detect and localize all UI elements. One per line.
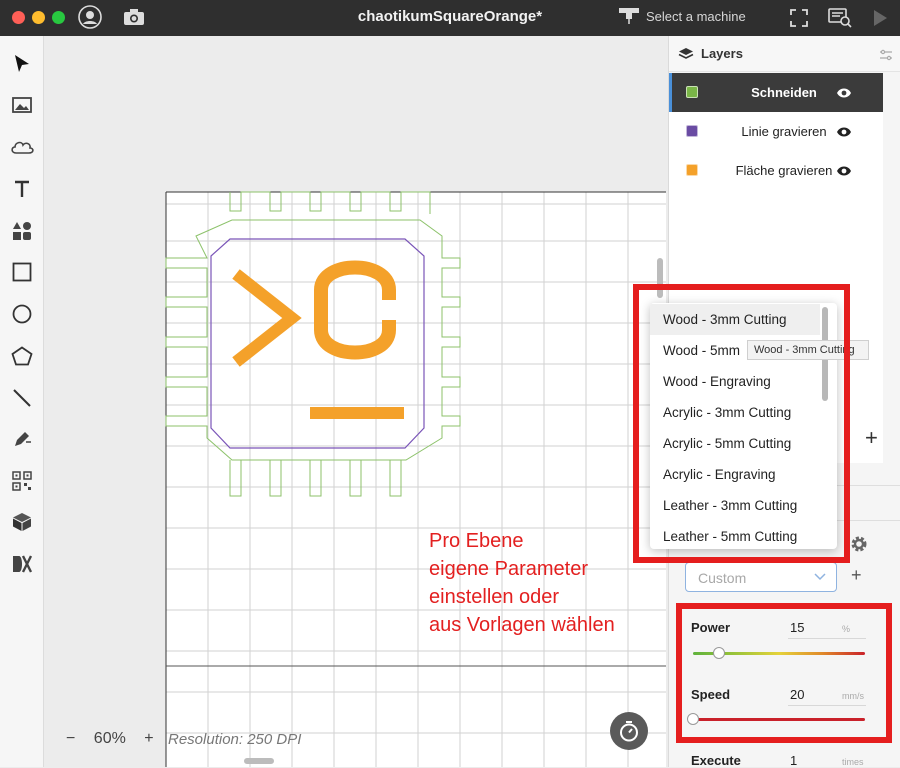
tool-palette xyxy=(0,36,44,767)
gear-icon[interactable] xyxy=(849,534,869,559)
settings-sliders-icon[interactable] xyxy=(879,48,893,66)
image-tool-icon[interactable] xyxy=(8,91,36,119)
3d-box-icon[interactable] xyxy=(8,508,36,536)
pen-icon[interactable] xyxy=(8,425,36,453)
layer-row-schneiden[interactable]: Schneiden xyxy=(669,73,883,112)
add-layer-button[interactable]: + xyxy=(865,425,878,451)
machine-selector[interactable]: Select a machine xyxy=(646,9,746,24)
layer-color-swatch[interactable] xyxy=(686,86,698,98)
laser-machine-icon[interactable] xyxy=(618,7,640,30)
eye-icon[interactable] xyxy=(836,86,852,104)
rectangle-icon[interactable] xyxy=(8,258,36,286)
highlight-box-presets xyxy=(633,284,850,563)
title-bar: chaotikumSquareOrange* Select a machine xyxy=(0,0,900,36)
shapes-icon[interactable] xyxy=(8,217,36,245)
resolution-label: Resolution: 250 DPI xyxy=(168,731,302,748)
execute-value[interactable]: 1 xyxy=(790,753,797,768)
play-icon[interactable] xyxy=(872,9,888,32)
frame-icon[interactable] xyxy=(790,9,808,32)
active-layer-marker xyxy=(669,73,672,112)
annotation-note: Pro Ebene eigene Parameter einstellen od… xyxy=(429,530,615,636)
chevron-down-icon xyxy=(814,573,826,581)
add-preset-button[interactable]: + xyxy=(851,565,862,586)
cloud-icon[interactable] xyxy=(8,133,36,161)
zoom-control: − 60% + xyxy=(66,730,154,748)
layer-color-swatch[interactable] xyxy=(686,125,698,137)
eye-icon[interactable] xyxy=(836,164,852,182)
polygon-icon[interactable] xyxy=(8,342,36,370)
zoom-in-button[interactable]: + xyxy=(144,730,153,747)
preset-select-value: Custom xyxy=(698,570,747,586)
layer-row-linie-gravieren[interactable]: Linie gravieren xyxy=(669,112,883,151)
line-icon[interactable] xyxy=(8,384,36,412)
layers-header: Layers xyxy=(669,36,900,72)
execute-label: Execute xyxy=(691,753,741,768)
zoom-out-button[interactable]: − xyxy=(66,730,75,747)
highlight-box-parameters xyxy=(676,603,892,743)
account-icon[interactable] xyxy=(78,5,102,34)
minimize-window-button[interactable] xyxy=(32,11,45,24)
preview-icon[interactable] xyxy=(828,8,852,33)
zoom-window-button[interactable] xyxy=(52,11,65,24)
estimate-time-button[interactable] xyxy=(610,712,648,750)
canvas-horizontal-scrollbar[interactable] xyxy=(244,758,274,764)
qr-code-icon[interactable] xyxy=(8,467,36,495)
zoom-level: 60% xyxy=(93,730,126,747)
layer-color-swatch[interactable] xyxy=(686,164,698,176)
stopwatch-icon xyxy=(620,721,638,742)
camera-icon[interactable] xyxy=(123,8,145,31)
preset-select[interactable]: Custom xyxy=(685,562,837,592)
layers-icon xyxy=(678,47,694,66)
text-tool-icon[interactable] xyxy=(8,175,36,203)
select-tool-icon[interactable] xyxy=(8,50,36,78)
eye-icon[interactable] xyxy=(836,125,852,143)
dxf-import-icon[interactable] xyxy=(8,550,36,578)
close-window-button[interactable] xyxy=(12,11,25,24)
design-canvas[interactable] xyxy=(44,36,668,767)
ellipse-icon[interactable] xyxy=(8,300,36,328)
layer-row-flaeche-gravieren[interactable]: Fläche gravieren xyxy=(669,151,883,190)
execute-unit: times xyxy=(842,757,864,767)
layers-title: Layers xyxy=(701,46,743,61)
